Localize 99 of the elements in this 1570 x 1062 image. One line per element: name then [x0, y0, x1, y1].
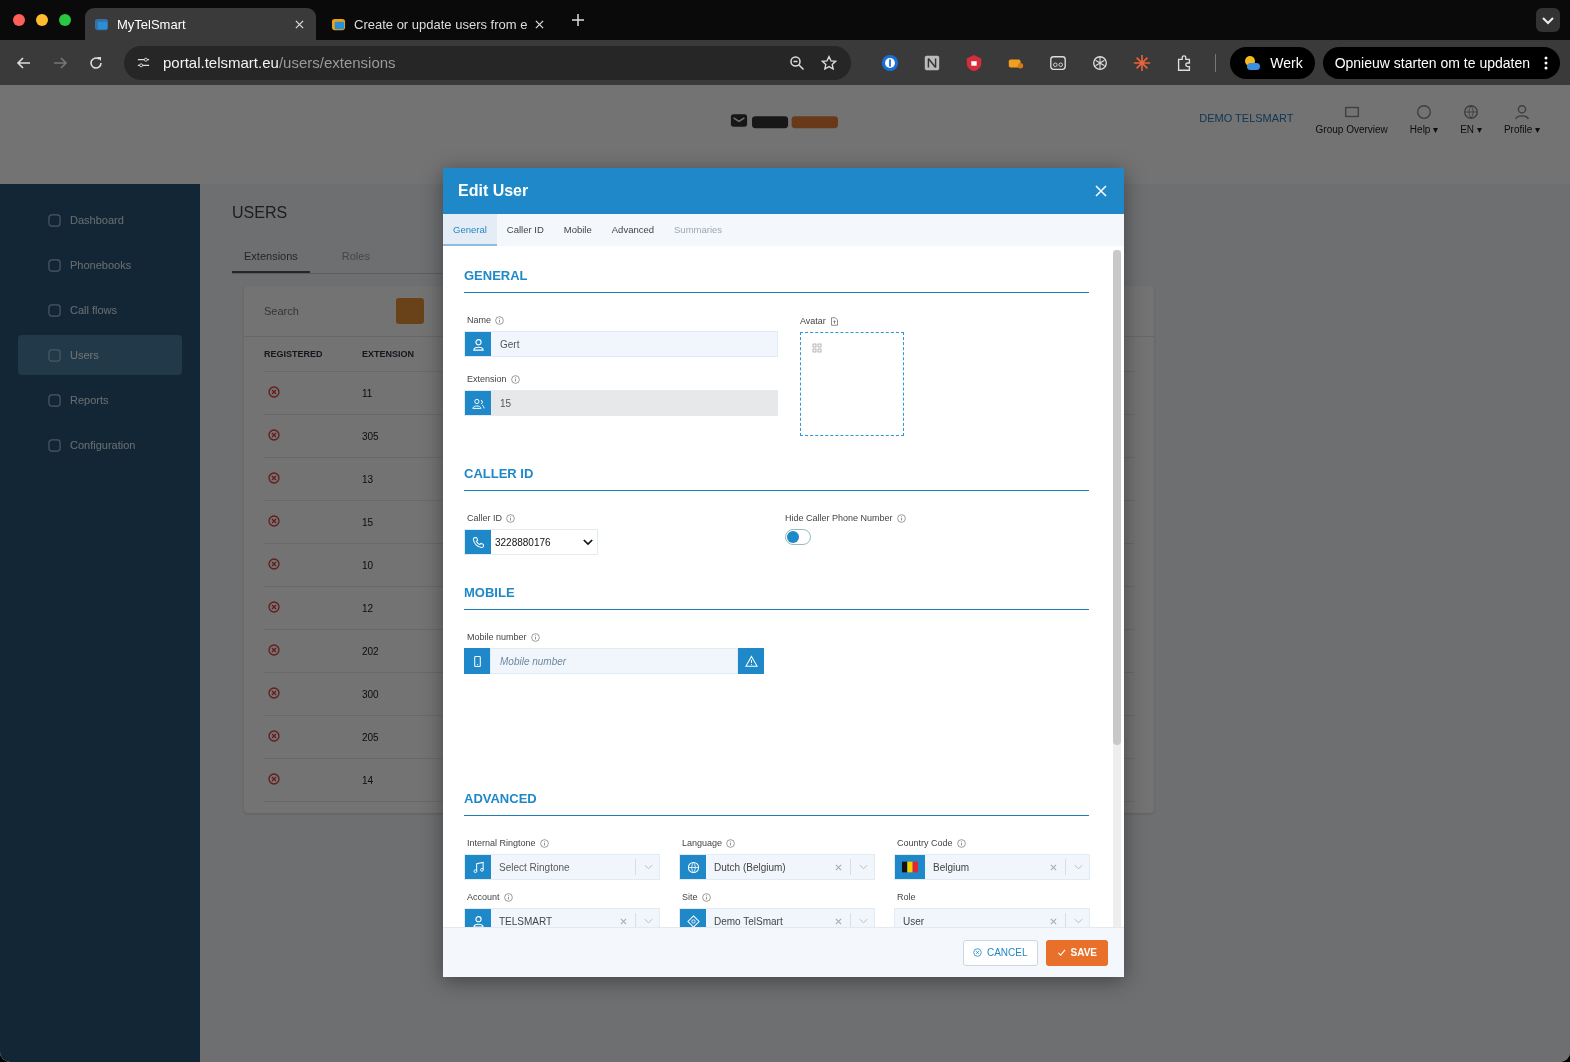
scrollbar[interactable] [1113, 250, 1121, 927]
back-icon[interactable] [16, 54, 32, 71]
field-label: Extension [467, 374, 507, 384]
more-icon [1544, 55, 1548, 70]
close-tab-icon[interactable] [535, 19, 545, 29]
table-cell: 10 [362, 559, 374, 571]
caller-id-select[interactable]: 3228880176 [464, 529, 598, 555]
table-cell: 202 [362, 645, 379, 657]
bookmark-star-icon[interactable] [821, 54, 838, 71]
table-cell: 13 [362, 473, 374, 485]
info-icon [896, 513, 906, 523]
field-label: Name [467, 315, 491, 325]
table-cell: 11 [362, 387, 373, 399]
zoom-window-button[interactable] [59, 14, 71, 26]
people-icon [471, 396, 485, 410]
section-heading: MOBILE [464, 585, 1089, 610]
page-title: USERS [232, 204, 289, 222]
check-icon [1056, 948, 1066, 957]
update-button[interactable]: Opnieuw starten om te updaten [1322, 46, 1560, 79]
close-icon[interactable] [1095, 185, 1107, 197]
table-cell: 14 [362, 774, 374, 786]
info-icon [495, 315, 504, 325]
name-field[interactable]: Gert [464, 331, 778, 357]
notion-extension-icon[interactable] [923, 53, 942, 72]
glasses-extension-icon[interactable] [1049, 53, 1068, 72]
dialog-title: Edit User [458, 182, 529, 200]
zoom-icon[interactable] [789, 54, 806, 71]
starburst-extension-icon[interactable] [1133, 53, 1152, 72]
search-field[interactable]: Search [262, 298, 386, 324]
site-settings-icon[interactable] [136, 55, 151, 70]
favicon-icon [331, 16, 346, 32]
password-extension-icon[interactable] [881, 53, 900, 72]
square-icon [48, 393, 61, 407]
profile-button[interactable]: Werk [1230, 46, 1315, 79]
field-label: Avatar [800, 316, 826, 326]
table-cell: 12 [362, 602, 374, 614]
favicon-icon [94, 16, 109, 32]
field-label: Mobile number [467, 632, 527, 642]
square-icon [48, 438, 61, 452]
header-menu-item[interactable]: Group Overview [1315, 103, 1388, 135]
square-icon [48, 258, 61, 272]
section-heading: ADVANCED [464, 791, 1089, 816]
header-menu-item[interactable]: EN ▾ [1460, 103, 1482, 135]
music-note-icon [471, 860, 485, 874]
dialog-tab[interactable]: Advanced [601, 214, 665, 246]
toggle-switch[interactable] [785, 529, 811, 545]
square-icon [48, 348, 61, 362]
field-label: Caller ID [467, 513, 502, 523]
info-icon [510, 374, 520, 384]
section-heading: CALLER ID [464, 466, 1089, 491]
x-circle-icon [972, 948, 982, 957]
dialog-tab[interactable]: Caller ID [496, 214, 554, 246]
help-icon [1415, 103, 1433, 121]
warning-icon [744, 654, 758, 668]
field-label: Hide Caller Phone Number [785, 513, 893, 523]
header-menu-item[interactable]: Help ▾ [1409, 103, 1439, 135]
table-cell: 300 [362, 688, 379, 700]
field-label: Account [467, 892, 500, 902]
table-cell: 305 [362, 430, 379, 442]
table-cell: 15 [362, 516, 374, 528]
field-label: Language [682, 838, 723, 848]
section-heading: GENERAL [464, 268, 1089, 293]
info-icon [506, 513, 515, 523]
address-bar[interactable]: portal.telsmart.eu/users/extensions [124, 45, 852, 80]
column-header: EXTENSION [362, 349, 414, 359]
tab-list-button[interactable] [1536, 8, 1560, 32]
minimize-window-button[interactable] [36, 14, 48, 26]
field-label: Internal Ringtone [467, 838, 536, 848]
forward-icon[interactable] [52, 54, 68, 71]
field-label: Role [897, 892, 916, 902]
info-icon [530, 632, 540, 642]
select-field[interactable]: Select Ringtone [464, 854, 660, 880]
square-icon [48, 303, 61, 317]
reload-icon[interactable] [88, 54, 104, 71]
browser-tab[interactable]: MyTelSmart [85, 8, 316, 40]
table-cell: 205 [362, 731, 379, 743]
close-window-button[interactable] [13, 14, 25, 26]
field-label: Site [682, 892, 698, 902]
browser-tab[interactable]: Create or update users from e [322, 8, 557, 40]
dialog-tab[interactable]: General [443, 214, 497, 246]
dialog-tab[interactable]: Mobile [553, 214, 602, 246]
close-tab-icon[interactable] [295, 19, 304, 29]
broken-image-icon [812, 343, 822, 353]
new-tab-icon[interactable] [572, 14, 585, 26]
column-header: REGISTERED [264, 349, 324, 359]
globe-icon [1462, 103, 1481, 121]
square-icon [48, 213, 61, 227]
chevron-down-icon [583, 538, 593, 546]
person-icon [471, 337, 485, 351]
shield-extension-icon[interactable] [965, 53, 984, 72]
mobile-number-field[interactable]: Mobile number [490, 648, 738, 674]
flag-icon [902, 861, 918, 873]
person-icon [1512, 103, 1531, 121]
globe-icon [686, 860, 700, 874]
header-menu-item[interactable]: Profile ▾ [1503, 103, 1540, 135]
file-upload-icon[interactable] [829, 316, 839, 326]
phone-icon [471, 535, 485, 549]
field-label: Country Code [897, 838, 953, 848]
cancel-button[interactable]: CANCEL [962, 939, 1038, 966]
